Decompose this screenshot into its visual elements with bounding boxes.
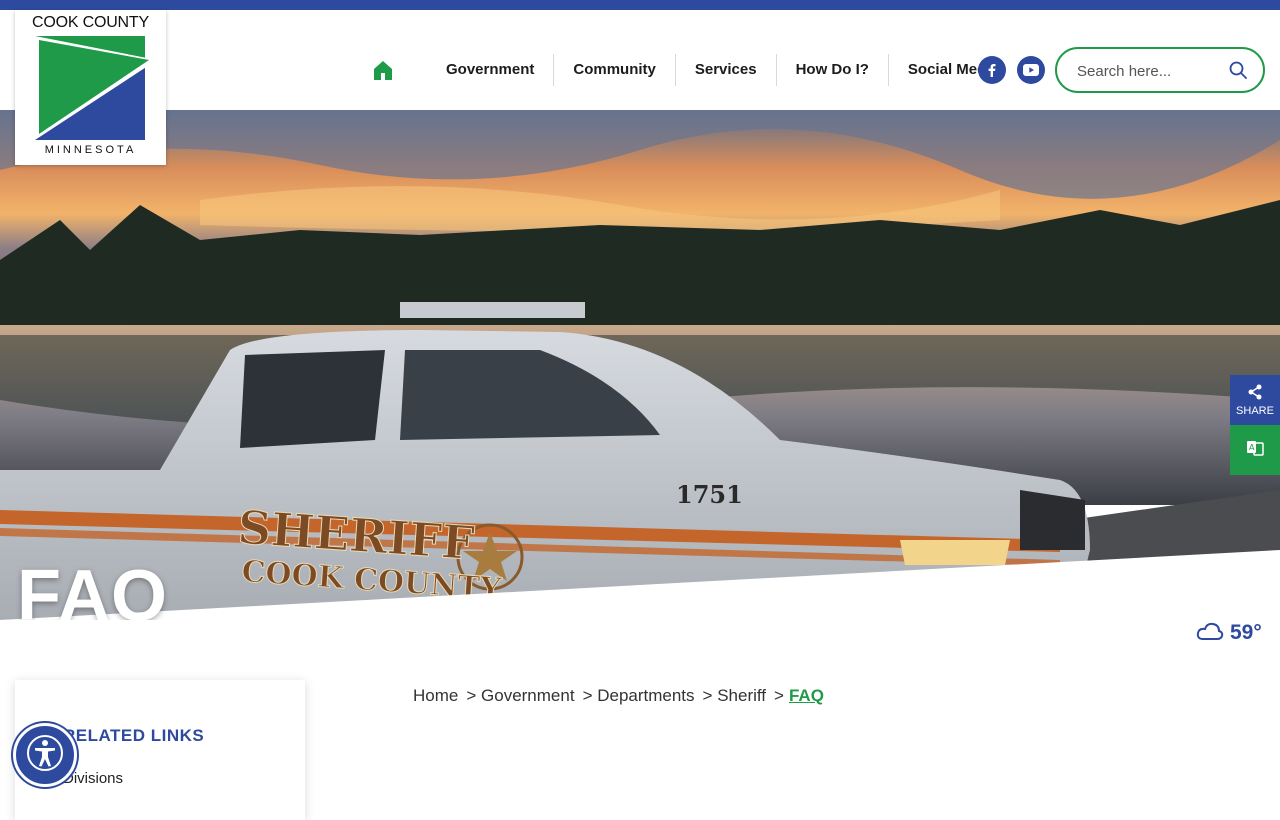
home-icon[interactable] (372, 58, 396, 82)
site-header: Government Community Services How Do I? … (0, 10, 1280, 110)
weather-temperature: 59° (1230, 621, 1262, 644)
accessibility-button[interactable] (13, 723, 77, 787)
site-logo[interactable]: COOK COUNTY MINNESOTA (15, 10, 166, 165)
related-link-divisions[interactable]: Divisions (63, 770, 123, 787)
breadcrumb-current[interactable]: FAQ (789, 686, 824, 706)
truck-number-text: 1751 (676, 480, 743, 509)
logo-text-bottom: MINNESOTA (44, 144, 137, 156)
breadcrumb-separator: > (774, 686, 784, 705)
share-icon (1247, 384, 1263, 405)
cloud-icon (1196, 621, 1224, 646)
related-links-title: RELATED LINKS (63, 726, 205, 745)
facebook-icon[interactable] (978, 56, 1006, 84)
logo-text-top: COOK COUNTY (32, 14, 149, 31)
search-box (1055, 47, 1265, 93)
hero-banner: SHERIFF COOK COUNTY 1751 FAQ (0, 110, 1280, 620)
nav-item-government[interactable]: Government (416, 54, 553, 86)
breadcrumb-sheriff[interactable]: > Sheriff (703, 686, 766, 706)
page-title: FAQ (17, 556, 169, 620)
search-icon[interactable] (1229, 61, 1247, 84)
nav-item-community[interactable]: Community (553, 54, 675, 86)
search-input[interactable] (1077, 60, 1227, 82)
weather-widget[interactable]: 59° (1196, 620, 1262, 646)
logo-mark-icon (35, 36, 157, 140)
translate-icon: A (1246, 439, 1264, 462)
nav-item-services[interactable]: Services (674, 54, 776, 86)
share-button[interactable]: SHARE (1230, 375, 1280, 425)
hero-photo: SHERIFF COOK COUNTY 1751 (0, 110, 1280, 620)
translate-button[interactable]: A (1230, 425, 1280, 475)
main-nav: Government Community Services How Do I? … (372, 54, 1018, 86)
breadcrumb-departments[interactable]: > Departments (583, 686, 695, 706)
breadcrumb-government[interactable]: > Government (466, 686, 574, 706)
accessibility-icon (25, 733, 65, 778)
share-label: SHARE (1236, 405, 1274, 417)
breadcrumb-home[interactable]: Home (413, 686, 458, 706)
svg-text:A: A (1249, 443, 1255, 452)
top-accent-bar (0, 0, 1280, 10)
youtube-icon[interactable] (1017, 56, 1045, 84)
breadcrumb: Home > Government > Departments > Sherif… (413, 686, 832, 706)
nav-item-how-do-i[interactable]: How Do I? (775, 54, 888, 86)
